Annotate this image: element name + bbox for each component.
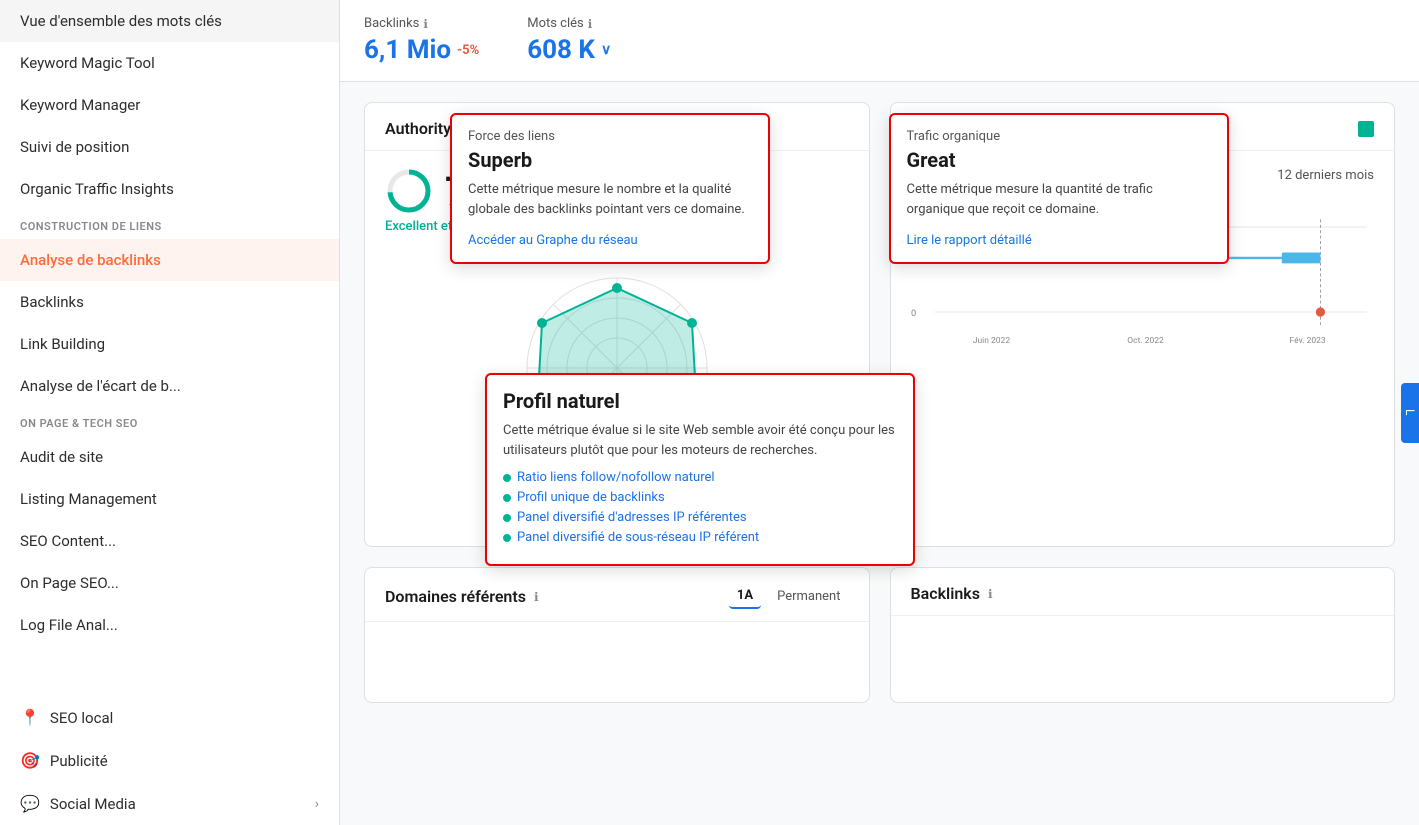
bullet-dot-2 [503,494,511,502]
sidebar-item-vue-ensemble[interactable]: Vue d'ensemble des mots clés [0,0,339,42]
backlinks-value: 6,1 Mio -5% [364,35,479,65]
mots-cles-info-icon[interactable]: ℹ [588,17,593,31]
domaines-referents-header: Domaines référents ℹ 1A Permanent [365,568,869,622]
period-tabs-container: 1A Permanent [729,584,849,609]
tooltip-profil-bullets: Ratio liens follow/nofollow naturel Prof… [503,470,897,545]
period-tab-permanent[interactable]: Permanent [769,585,848,608]
sidebar-item-keyword-magic[interactable]: Keyword Magic Tool [0,42,339,84]
score-ring-svg [385,167,433,215]
tendance-green-indicator [1358,121,1374,137]
publicite-label: Publicité [50,752,108,770]
section-on-page: ON PAGE & TECH SEO [0,407,339,436]
location-icon: 📍 [20,708,40,727]
bullet-dot-3 [503,514,511,522]
bullet-3[interactable]: Panel diversifié d'adresses IP référente… [503,510,897,525]
backlinks-metric: Backlinks ℹ 6,1 Mio -5% [364,16,479,65]
tooltip-trafic-organique: Trafic organique Great Cette métrique me… [889,113,1229,264]
metrics-bar: Backlinks ℹ 6,1 Mio -5% Mots clés ℹ 608 … [340,0,1419,82]
bullet-2[interactable]: Profil unique de backlinks [503,490,897,505]
sidebar-item-seo-content[interactable]: SEO Content... [0,520,339,562]
tooltip-force-desc: Cette métrique mesure le nombre et la qu… [468,180,752,219]
tooltip-profil-desc: Cette métrique évalue si le site Web sem… [503,421,897,460]
tooltip-force-heading: Superb [468,148,752,172]
backlinks-card-header: Backlinks ℹ [891,568,1395,616]
backlinks-card-info-icon[interactable]: ℹ [988,587,993,601]
sidebar-item-seo-local[interactable]: 📍 SEO local [0,696,339,739]
tooltip-force-des-liens: Force des liens Superb Cette métrique me… [450,113,770,264]
svg-text:Oct. 2022: Oct. 2022 [1127,336,1164,346]
tooltip-force-title: Force des liens [468,129,752,144]
tooltip-trafic-title: Trafic organique [907,129,1211,144]
section-construction-liens: CONSTRUCTION DE LIENS [0,210,339,239]
tooltip-profil-naturel: Profil naturel Cette métrique évalue si … [485,373,915,566]
tooltip-force-link[interactable]: Accéder au Graphe du réseau [468,233,638,248]
mots-cles-label: Mots clés ℹ [527,16,611,31]
tooltip-trafic-link[interactable]: Lire le rapport détaillé [907,233,1032,248]
domaines-referents-info-icon[interactable]: ℹ [534,590,539,604]
sidebar-item-organic-traffic[interactable]: Organic Traffic Insights [0,168,339,210]
sidebar-item-analyse-backlinks[interactable]: Analyse de backlinks [0,239,339,281]
bullet-4[interactable]: Panel diversifié de sous-réseau IP référ… [503,530,897,545]
authority-score-card: Authority Score ℹ nouveau 77 Excellent e… [364,102,870,547]
social-media-label: Social Media [50,795,136,813]
mots-cles-value: 608 K ∨ [527,35,611,65]
main-content: Backlinks ℹ 6,1 Mio -5% Mots clés ℹ 608 … [340,0,1419,825]
backlinks-change: -5% [457,43,479,58]
backlinks-label: Backlinks ℹ [364,16,479,31]
tooltip-profil-heading: Profil naturel [503,389,897,413]
svg-text:Fév. 2023: Fév. 2023 [1289,336,1325,346]
bottom-section: Domaines référents ℹ 1A Permanent Backli… [340,567,1419,723]
tooltip-trafic-heading: Great [907,148,1211,172]
backlinks-card-title: Backlinks [911,584,980,603]
chevron-right-icon: › [315,796,319,812]
domaines-referents-title: Domaines référents [385,587,526,606]
sidebar-item-social-media[interactable]: 💬 Social Media › [0,782,339,825]
backlinks-info-icon[interactable]: ℹ [423,17,428,31]
domaines-referents-card: Domaines référents ℹ 1A Permanent [364,567,870,703]
target-icon: 🎯 [20,751,40,770]
sidebar-item-on-page-seo[interactable]: On Page SEO... [0,562,339,604]
period-tabs: 1A Permanent [729,584,849,609]
social-icon: 💬 [20,794,40,813]
period-tab-1a[interactable]: 1A [729,584,761,609]
bullet-1[interactable]: Ratio liens follow/nofollow naturel [503,470,897,485]
backlinks-card-body [891,616,1395,696]
sidebar-item-keyword-manager[interactable]: Keyword Manager [0,84,339,126]
seo-local-label: SEO local [50,709,113,727]
cards-grid: Authority Score ℹ nouveau 77 Excellent e… [340,82,1419,567]
svg-text:Juin 2022: Juin 2022 [972,336,1010,346]
mots-cles-metric: Mots clés ℹ 608 K ∨ [527,16,611,65]
backlinks-card: Backlinks ℹ [890,567,1396,703]
svg-text:0: 0 [911,308,916,319]
sidebar-item-link-building[interactable]: Link Building [0,323,339,365]
bullet-dot-1 [503,474,511,482]
sidebar-item-suivi-position[interactable]: Suivi de position [0,126,339,168]
right-edge-indicator[interactable]: L [1401,383,1419,443]
sidebar-item-publicite[interactable]: 🎯 Publicité [0,739,339,782]
tooltip-trafic-desc: Cette métrique mesure la quantité de tra… [907,180,1211,219]
period-label: 12 derniers mois [1277,168,1374,183]
sidebar-item-log-file[interactable]: Log File Anal... [0,604,339,646]
sidebar-item-backlinks[interactable]: Backlinks [0,281,339,323]
sidebar-item-analyse-ecart[interactable]: Analyse de l'écart de b... [0,365,339,407]
sidebar-item-listing[interactable]: Listing Management [0,478,339,520]
bullet-dot-4 [503,534,511,542]
mots-cles-chevron-icon[interactable]: ∨ [601,42,611,58]
sidebar-item-audit[interactable]: Audit de site [0,436,339,478]
domaines-referents-body [365,622,869,702]
sidebar: Vue d'ensemble des mots clés Keyword Mag… [0,0,340,825]
